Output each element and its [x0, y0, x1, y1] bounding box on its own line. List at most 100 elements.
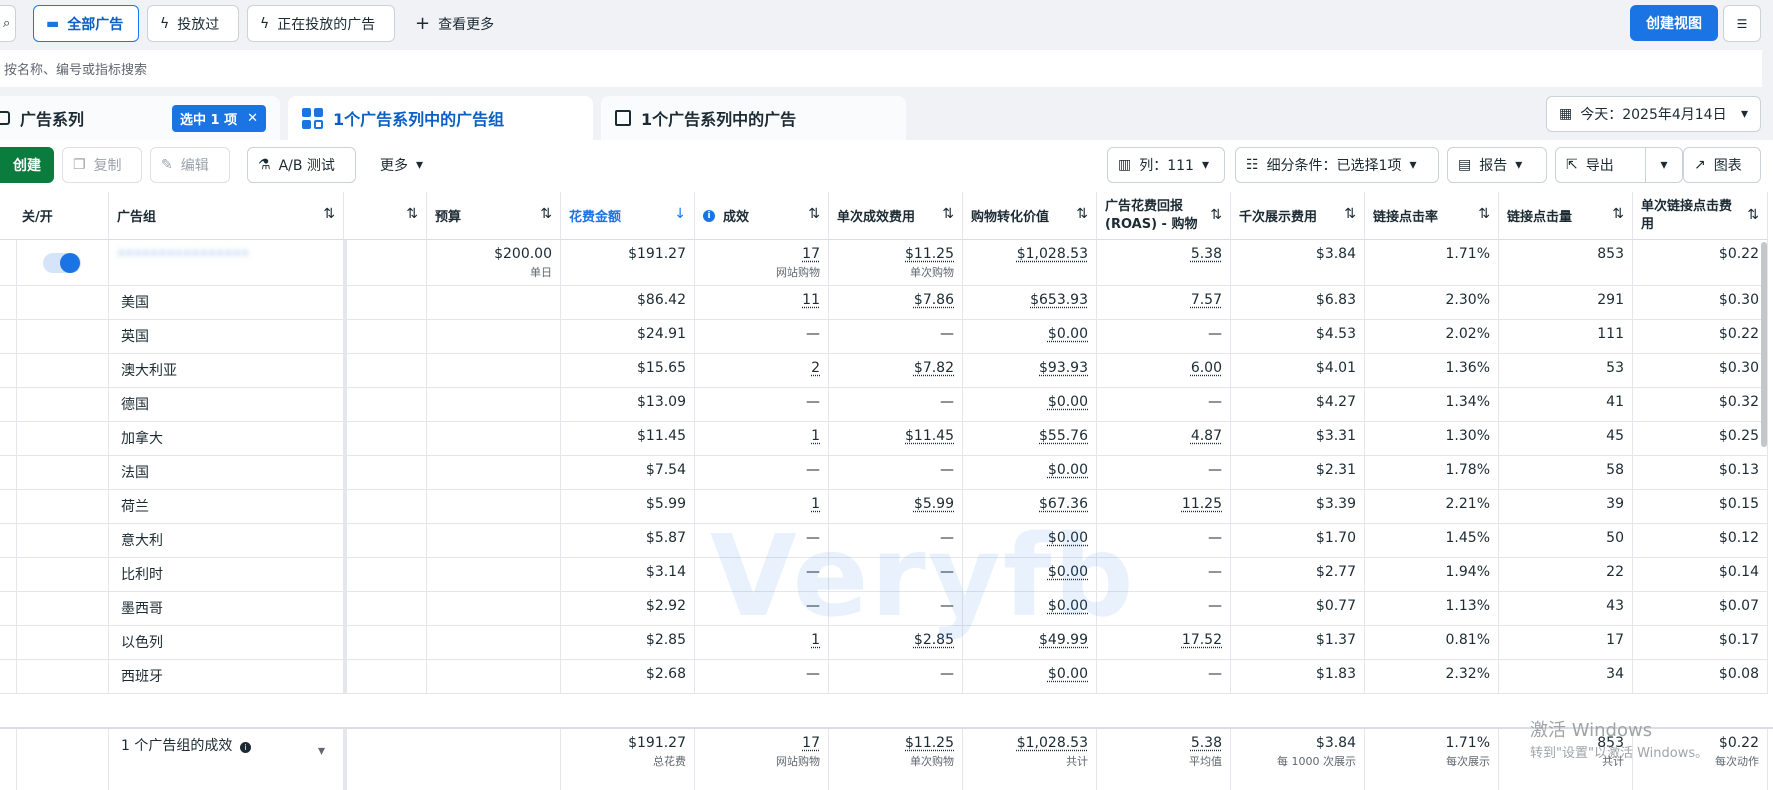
roas-value[interactable]: 6.00 [1191, 360, 1222, 376]
header-roas[interactable]: 广告花费回报 (ROAS) - 购物 ⇅ [1097, 192, 1231, 240]
value-value[interactable]: $653.93 [1030, 292, 1088, 308]
sort-icon[interactable]: ⇅ [1076, 206, 1088, 222]
vertical-scrollbar[interactable] [1761, 242, 1767, 447]
totals-cpr-value[interactable]: $11.25 [905, 735, 954, 751]
cpr-value[interactable]: $11.45 [905, 428, 954, 444]
ab-test-button[interactable]: ⚗ A/B 测试 [247, 147, 356, 183]
search-toggle-button[interactable]: ⌕ [0, 5, 16, 42]
tab-campaigns[interactable]: 广告系列 选中 1 项 ✕ [0, 96, 280, 140]
close-icon[interactable]: ✕ [247, 111, 258, 126]
totals-results-value[interactable]: 17 [802, 735, 820, 751]
delivery-toggle[interactable] [43, 253, 81, 273]
cpc-value: $0.30 [1718, 360, 1759, 376]
header-results[interactable]: i 成效 ⇅ [695, 192, 829, 240]
reports-button[interactable]: ▤ 报告 ▾ [1447, 147, 1547, 183]
totals-value[interactable]: $1,028.53 共计 [963, 729, 1097, 790]
value-value[interactable]: $0.00 [1048, 394, 1088, 410]
totals-roas[interactable]: 5.38 平均值 [1097, 729, 1231, 790]
sort-icon[interactable]: ⇅ [942, 206, 954, 222]
all-ads-button[interactable]: ▬ 全部广告 [33, 5, 139, 42]
cpr-value[interactable]: $7.82 [914, 360, 954, 376]
header-spend[interactable]: 花费金额 ↓ [561, 192, 695, 240]
sort-icon[interactable]: ⇅ [808, 206, 820, 222]
see-more-button[interactable]: + 查看更多 [403, 5, 507, 42]
roas-value[interactable]: 17.52 [1182, 632, 1222, 648]
view-settings-button[interactable]: ☰ [1723, 5, 1761, 42]
sort-icon[interactable]: ⇅ [540, 206, 552, 222]
export-button[interactable]: ⇱ 导出 [1555, 147, 1646, 183]
value-value[interactable]: $93.93 [1039, 360, 1088, 376]
totals-value-value[interactable]: $1,028.53 [1017, 735, 1088, 751]
sort-desc-icon[interactable]: ↓ [674, 206, 686, 222]
adset-name[interactable]: •••••••••••••••• [117, 246, 249, 262]
header-ctr[interactable]: 链接点击率 ⇅ [1365, 192, 1499, 240]
value-cell[interactable]: $1,028.53 [963, 240, 1097, 286]
value-value[interactable]: $0.00 [1048, 326, 1088, 342]
roas-cell[interactable]: 5.38 [1097, 240, 1231, 286]
header-adset[interactable]: 广告组 ⇅ [109, 192, 344, 240]
adset-name-cell[interactable]: •••••••••••••••• [109, 240, 344, 286]
header-cpc[interactable]: 单次链接点击费用 ⇅ [1633, 192, 1768, 240]
totals-results[interactable]: 17 网站购物 [695, 729, 829, 790]
create-button[interactable]: 创建 [0, 147, 54, 183]
selected-badge[interactable]: 选中 1 项 ✕ [171, 104, 266, 132]
tab-ads[interactable]: 1个广告系列中的广告 [601, 96, 906, 140]
budget-cell[interactable]: $200.00 单日 [427, 240, 561, 286]
value-value[interactable]: $0.00 [1048, 462, 1088, 478]
results-value[interactable]: 2 [811, 360, 820, 376]
export-menu-button[interactable]: ▾ [1645, 147, 1683, 183]
sort-icon[interactable]: ⇅ [406, 206, 418, 222]
copy-button[interactable]: ❐ 复制 [62, 147, 142, 183]
date-range-picker[interactable]: ▦ 今天：2025年4月14日 ▾ [1546, 96, 1761, 132]
chart-button[interactable]: ↗ 图表 [1683, 147, 1761, 183]
info-icon[interactable]: i [239, 742, 251, 753]
results-value[interactable]: 17 [802, 246, 820, 262]
results-value[interactable]: 1 [811, 496, 820, 512]
cpr-value[interactable]: $7.86 [914, 292, 954, 308]
results-cell[interactable]: 17 网站购物 [695, 240, 829, 286]
cpr-value: — [940, 326, 954, 342]
roas-value[interactable]: 4.87 [1191, 428, 1222, 444]
roas-value[interactable]: 7.57 [1191, 292, 1222, 308]
totals-roas-value[interactable]: 5.38 [1191, 735, 1222, 751]
cpr-value: — [940, 394, 954, 410]
cpr-cell[interactable]: $11.25 单次购物 [829, 240, 963, 286]
header-budget[interactable]: 预算 ⇅ [427, 192, 561, 240]
tab-adsets[interactable]: 1个广告系列中的广告组 [288, 96, 593, 140]
roas-value[interactable]: 11.25 [1182, 496, 1222, 512]
header-purchase-value[interactable]: 购物转化价值 ⇅ [963, 192, 1097, 240]
create-view-button[interactable]: 创建视图 [1630, 5, 1718, 41]
cpm-cell: $2.77 [1231, 558, 1365, 592]
sort-icon[interactable]: ⇅ [323, 206, 335, 222]
ctr-value: 2.30% [1445, 292, 1490, 308]
cpr-value[interactable]: $5.99 [914, 496, 954, 512]
value-value[interactable]: $55.76 [1039, 428, 1088, 444]
header-clicks[interactable]: 链接点击量 ⇅ [1499, 192, 1633, 240]
cpr-value[interactable]: $11.25 [905, 246, 954, 262]
breakdown-button[interactable]: ☷ 细分条件：已选择1项 ▾ [1235, 147, 1439, 183]
more-actions-button[interactable]: 更多 ▾ [370, 147, 436, 183]
value-value[interactable]: $67.36 [1039, 496, 1088, 512]
search-input[interactable]: 按名称、编号或指标搜索 [0, 50, 1762, 87]
sort-icon[interactable]: ⇅ [1612, 206, 1624, 222]
header-cost-per-result[interactable]: 单次成效费用 ⇅ [829, 192, 963, 240]
header-cpm[interactable]: 千次展示费用 ⇅ [1231, 192, 1365, 240]
edit-button[interactable]: ✎ 编辑 [150, 147, 230, 183]
results-value[interactable]: 11 [802, 292, 820, 308]
chevron-down-icon[interactable]: ▾ [318, 743, 325, 759]
sort-icon[interactable]: ⇅ [1478, 206, 1490, 222]
header-blank[interactable]: ⇅ [344, 192, 427, 240]
value-value[interactable]: $1,028.53 [1017, 246, 1088, 262]
value-value[interactable]: $0.00 [1048, 666, 1088, 682]
sort-icon[interactable]: ⇅ [1210, 206, 1222, 224]
totals-label-cell[interactable]: 1 个广告组的成效 i ▾ [109, 729, 344, 790]
sort-icon[interactable]: ⇅ [1344, 206, 1356, 222]
columns-button[interactable]: ▥ 列：111 ▾ [1107, 147, 1225, 183]
roas-value[interactable]: 5.38 [1191, 246, 1222, 262]
results-value[interactable]: 1 [811, 428, 820, 444]
delivered-filter-button[interactable]: ϟ 投放过 [147, 5, 239, 42]
sort-icon[interactable]: ⇅ [1747, 206, 1759, 224]
country-cell: 法国 [109, 456, 344, 490]
totals-cpr[interactable]: $11.25 单次购物 [829, 729, 963, 790]
delivering-filter-button[interactable]: ϟ 正在投放的广告 [247, 5, 395, 42]
